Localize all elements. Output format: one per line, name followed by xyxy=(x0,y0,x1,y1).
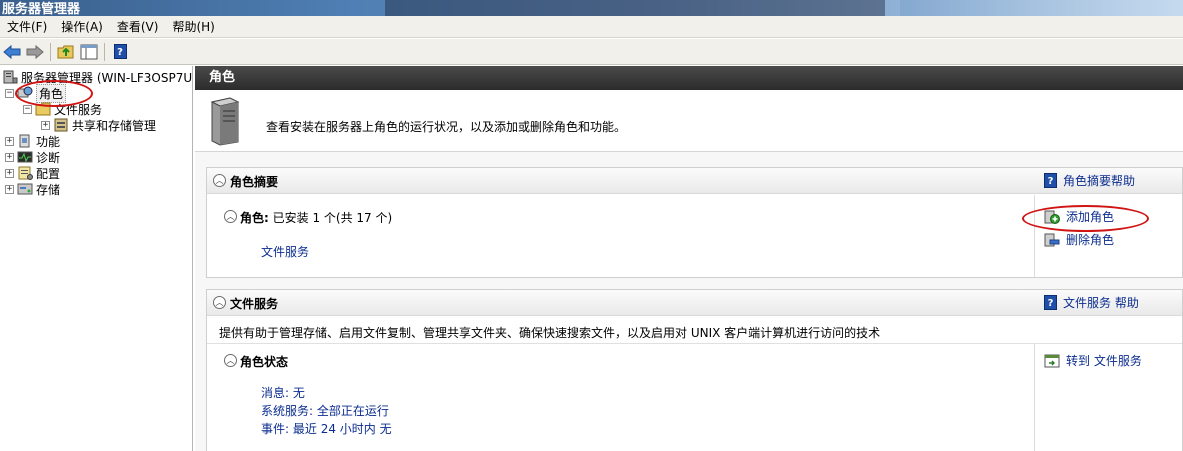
configuration-icon xyxy=(18,166,33,180)
toolbar: ? xyxy=(0,39,1183,65)
window-title: 服务器管理器 xyxy=(2,2,81,16)
roles-icon xyxy=(17,86,33,98)
intro-panel: 查看安装在服务器上角色的运行状况，以及添加或删除角色和功能。 xyxy=(195,90,1183,152)
tree-item-roles[interactable]: − 角色 xyxy=(5,83,67,103)
messages-value: 无 xyxy=(292,386,305,400)
show-hide-tree-icon[interactable] xyxy=(79,42,99,62)
share-storage-icon xyxy=(54,118,68,132)
back-arrow-icon[interactable] xyxy=(2,42,22,62)
roles-summary-help-link[interactable]: ? 角色摘要帮助 xyxy=(1044,172,1135,189)
events-row: 事件: 最近 24 小时内 无 xyxy=(261,420,392,437)
divider xyxy=(207,343,1182,344)
background-window xyxy=(385,0,885,16)
roles-summary-section: ︿ 角色摘要 ? 角色摘要帮助 ︿ 角色: 已安装 1 个(共 17 个) 文件… xyxy=(206,167,1183,278)
messages-label: 消息: xyxy=(261,386,290,400)
file-services-header: ︿ 文件服务 ? 文件服务 帮助 xyxy=(207,290,1182,316)
tree-item-diagnostics[interactable]: + 诊断 xyxy=(5,149,60,165)
content-pane: 角色 查看安装在服务器上角色的运行状况，以及添加或删除角色和功能。 ︿ 角色摘要… xyxy=(195,66,1183,451)
installed-role-link[interactable]: 文件服务 xyxy=(261,243,309,260)
expand-toggle[interactable]: + xyxy=(5,152,14,162)
events-value[interactable]: 最近 24 小时内 无 xyxy=(293,422,392,436)
system-services-row: 系统服务: 全部正在运行 xyxy=(261,402,389,419)
content-header: 角色 xyxy=(195,66,1183,90)
help-icon: ? xyxy=(1044,173,1057,188)
tree-item-label: 文件服务 xyxy=(54,102,103,117)
collapse-toggle[interactable]: − xyxy=(5,88,14,98)
remove-role-link[interactable]: 删除角色 xyxy=(1044,231,1114,248)
system-services-label: 系统服务: xyxy=(261,404,314,418)
expand-toggle[interactable]: + xyxy=(41,120,50,130)
expand-toggle[interactable]: + xyxy=(5,136,14,146)
collapse-chevron-icon[interactable]: ︿ xyxy=(213,296,226,309)
file-services-section: ︿ 文件服务 ? 文件服务 帮助 提供有助于管理存储、启用文件复制、管理共享文件… xyxy=(206,289,1183,451)
tree-item-label: 存储 xyxy=(36,182,61,197)
role-status-title: 角色状态 xyxy=(240,355,289,369)
add-role-link[interactable]: 添加角色 xyxy=(1044,208,1114,225)
system-services-value[interactable]: 全部正在运行 xyxy=(317,404,389,418)
link-label: 删除角色 xyxy=(1066,233,1115,247)
tree-item-label: 诊断 xyxy=(36,150,61,165)
collapse-chevron-icon[interactable]: ︿ xyxy=(213,174,226,187)
collapse-chevron-icon[interactable]: ︿ xyxy=(224,210,237,223)
link-label: 角色摘要帮助 xyxy=(1063,174,1136,188)
roles-count-value: 已安装 1 个(共 17 个) xyxy=(272,211,393,225)
tree-item-label: 功能 xyxy=(36,134,61,149)
intro-text: 查看安装在服务器上角色的运行状况，以及添加或删除角色和功能。 xyxy=(266,120,627,134)
link-label: 文件服务 帮助 xyxy=(1063,296,1139,310)
messages-row: 消息: 无 xyxy=(261,384,305,401)
menu-action[interactable]: 操作(A) xyxy=(54,16,110,38)
toolbar-separator xyxy=(50,42,51,61)
expand-toggle[interactable]: + xyxy=(5,184,14,194)
tree-item-server-manager[interactable]: 服务器管理器 (WIN-LF3OSP7U8G xyxy=(2,69,192,85)
title-bar: 服务器管理器 xyxy=(0,0,1183,16)
toolbar-separator xyxy=(104,42,105,61)
expand-toggle[interactable]: + xyxy=(5,168,14,178)
divider xyxy=(1034,195,1035,277)
goto-icon xyxy=(1044,354,1060,367)
link-label: 转到 文件服务 xyxy=(1066,354,1142,368)
help-icon: ? xyxy=(1044,295,1057,310)
add-role-icon xyxy=(1044,210,1060,224)
remove-role-icon xyxy=(1044,233,1060,246)
collapse-chevron-icon[interactable]: ︿ xyxy=(224,354,237,367)
help-icon[interactable]: ? xyxy=(110,42,130,62)
menu-help[interactable]: 帮助(H) xyxy=(165,16,221,38)
collapse-toggle[interactable]: − xyxy=(23,104,32,114)
server-icon xyxy=(3,70,18,84)
section-title: 角色摘要 xyxy=(230,175,279,189)
menu-file[interactable]: 文件(F) xyxy=(0,16,54,38)
server-tower-icon xyxy=(210,97,240,146)
folder-icon xyxy=(35,102,51,116)
divider xyxy=(1034,344,1035,451)
diagnostics-icon xyxy=(17,151,33,163)
tree-item-share-storage[interactable]: + 共享和存储管理 xyxy=(41,117,156,133)
tree-item-storage[interactable]: + 存储 xyxy=(5,181,60,197)
menu-view[interactable]: 查看(V) xyxy=(110,16,166,38)
storage-icon xyxy=(17,183,33,195)
roles-summary-header: ︿ 角色摘要 ? 角色摘要帮助 xyxy=(207,168,1182,194)
menu-bar: 文件(F) 操作(A) 查看(V) 帮助(H) xyxy=(0,16,1183,38)
tree-item-features[interactable]: + 功能 xyxy=(5,133,60,149)
navigation-tree: 服务器管理器 (WIN-LF3OSP7U8G − 角色 − 文件服务 + 共享和… xyxy=(0,66,193,451)
tree-item-label: 配置 xyxy=(36,166,61,181)
forward-arrow-icon[interactable] xyxy=(25,42,45,62)
file-services-description: 提供有助于管理存储、启用文件复制、管理共享文件夹、确保快速搜索文件，以及启用对 … xyxy=(219,326,881,340)
background-desktop xyxy=(900,0,1183,16)
events-label: 事件: xyxy=(261,422,290,436)
tree-item-label: 共享和存储管理 xyxy=(72,118,157,133)
up-folder-icon[interactable] xyxy=(56,42,76,62)
roles-label: 角色: xyxy=(240,211,269,225)
tree-item-configuration[interactable]: + 配置 xyxy=(5,165,60,181)
section-title: 文件服务 xyxy=(230,297,279,311)
roles-count: 角色: 已安装 1 个(共 17 个) xyxy=(240,209,392,226)
goto-file-services-link[interactable]: 转到 文件服务 xyxy=(1044,352,1142,369)
features-icon xyxy=(19,134,30,148)
tree-item-file-services[interactable]: − 文件服务 xyxy=(23,101,102,117)
file-services-help-link[interactable]: ? 文件服务 帮助 xyxy=(1044,294,1139,311)
link-label: 添加角色 xyxy=(1066,210,1115,224)
